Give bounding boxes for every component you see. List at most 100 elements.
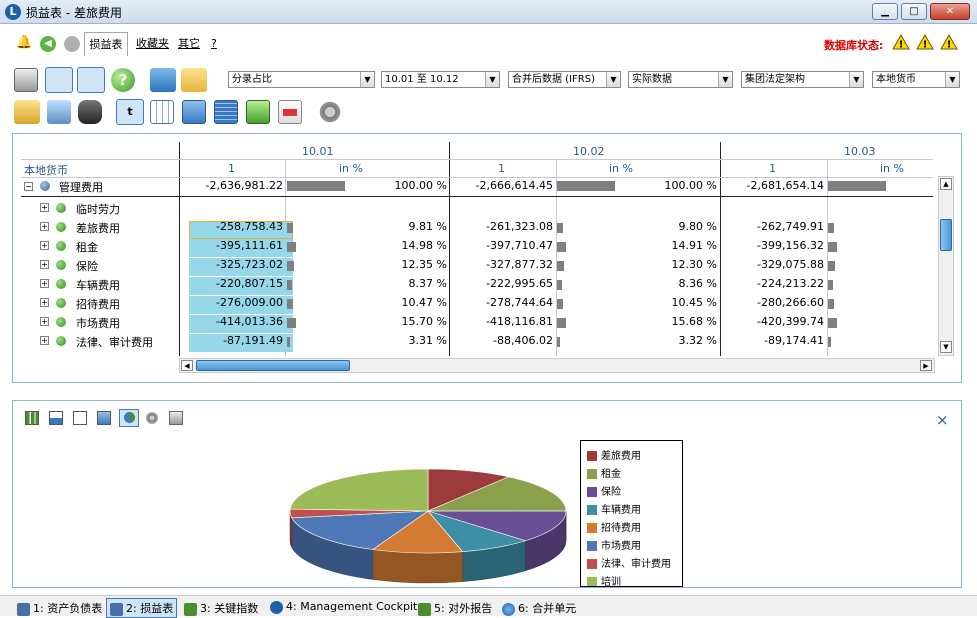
maximize-button[interactable]: □ <box>901 3 927 20</box>
cell-value: -327,877.32 <box>451 258 553 271</box>
expand-toggle-icon[interactable]: + <box>40 260 49 269</box>
balance-sheet-icon <box>17 603 30 616</box>
share-bar <box>828 242 837 252</box>
expand-toggle-icon[interactable]: + <box>40 222 49 231</box>
cell-percent: 8.37 % <box>349 277 447 290</box>
dropdown-arrow-icon[interactable]: ▼ <box>360 72 374 87</box>
cell-percent: 3.32 % <box>619 334 717 347</box>
node-status-icon <box>56 279 66 289</box>
expand-toggle-icon[interactable]: + <box>40 241 49 250</box>
statusbar-item-consolidation-unit[interactable]: 6: 合并单元 <box>502 600 576 616</box>
window-title: 损益表 - 差旅费用 <box>26 4 122 21</box>
currency-dropdown[interactable]: 本地货币 ▼ <box>872 71 960 88</box>
folder-settings-icon[interactable] <box>14 100 40 124</box>
minimize-button[interactable]: ▁ <box>872 3 898 20</box>
statusbar-item-balance-sheet[interactable]: 1: 资产负债表 <box>17 600 102 616</box>
statusbar-item-income-statement[interactable]: 2: 损益表 <box>106 598 177 618</box>
bar-chart-icon[interactable] <box>25 411 39 425</box>
expand-toggle-icon[interactable]: + <box>40 298 49 307</box>
cell-value: -329,075.88 <box>722 258 824 271</box>
table-columns-icon[interactable] <box>150 100 174 124</box>
data-source-dropdown[interactable]: 合并后数据 (IFRS)▼ <box>508 71 621 88</box>
table-grid-icon[interactable] <box>214 100 238 124</box>
folder-icon[interactable] <box>150 68 176 92</box>
expand-toggle-icon[interactable]: + <box>40 317 49 326</box>
pie-chart-icon[interactable] <box>119 409 139 427</box>
column-chart-icon[interactable] <box>49 411 63 425</box>
area-chart-icon[interactable] <box>97 411 111 425</box>
node-status-icon <box>56 336 66 346</box>
tab-favorites[interactable]: 收藏夹 <box>136 32 169 56</box>
window-red-icon[interactable] <box>278 100 302 124</box>
chart-export-icon[interactable] <box>169 411 183 425</box>
cell-value: -418,116.81 <box>451 315 553 328</box>
forward-arrow-icon[interactable] <box>64 36 80 52</box>
dropdown-arrow-icon[interactable]: ▼ <box>849 72 863 87</box>
scroll-down-arrow-icon[interactable]: ▼ <box>940 341 952 353</box>
statusbar-item-external-report[interactable]: 5: 对外报告 <box>418 600 492 616</box>
cell-percent: 100.00 % <box>349 179 447 192</box>
back-arrow-icon[interactable]: ◀ <box>40 36 56 52</box>
cell-percent: 14.98 % <box>349 239 447 252</box>
help-icon[interactable]: ? <box>111 68 135 92</box>
vertical-scroll-thumb[interactable] <box>940 219 952 251</box>
dropdown-arrow-icon[interactable]: ▼ <box>606 72 620 87</box>
dropdown-arrow-icon[interactable]: ▼ <box>485 72 499 87</box>
server-icon[interactable] <box>14 68 38 92</box>
expand-toggle-icon[interactable]: + <box>40 279 49 288</box>
column-divider <box>179 142 180 356</box>
period-dropdown[interactable]: 10.01 至 10.12▼ <box>381 71 500 88</box>
bell-icon[interactable]: 🔔 <box>16 35 32 50</box>
tab-other[interactable]: 其它 <box>178 32 200 56</box>
expand-toggle-icon[interactable]: + <box>40 203 49 212</box>
legend-label: 市场费用 <box>601 541 641 552</box>
data-type-dropdown[interactable]: 实际数据▼ <box>628 71 733 88</box>
tab-income-statement[interactable]: 损益表 <box>84 32 128 56</box>
cell-percent: 9.81 % <box>349 220 447 233</box>
dropdown-arrow-icon[interactable]: ▼ <box>718 72 732 87</box>
tab-help[interactable]: ? <box>211 32 217 56</box>
warning-icon[interactable]: ! <box>892 34 910 50</box>
layout-columns-icon[interactable] <box>45 67 73 93</box>
magnify-icon[interactable] <box>47 100 71 124</box>
cell-value: -325,723.02 <box>181 258 283 271</box>
share-bar <box>828 318 837 328</box>
close-window-button[interactable]: ✕ <box>930 3 970 20</box>
collapse-toggle-icon[interactable]: − <box>24 182 33 191</box>
view-dropdown[interactable]: 分录占比 ▼ <box>228 71 375 88</box>
database-status-label: 数据库状态: <box>824 37 883 53</box>
pie-slice[interactable] <box>290 469 428 511</box>
binoculars-icon[interactable] <box>78 100 102 124</box>
cell-value: -224,213.22 <box>722 277 824 290</box>
cube-icon[interactable] <box>246 100 270 124</box>
currency-dropdown-value: 本地货币 <box>876 74 916 85</box>
legend-label: 招待费用 <box>601 523 641 534</box>
folder-upload-icon[interactable] <box>181 68 207 92</box>
view-dropdown-value: 分录占比 <box>232 74 272 85</box>
line-chart-icon[interactable] <box>73 411 87 425</box>
scroll-right-arrow-icon[interactable]: ▶ <box>920 360 932 371</box>
close-chart-icon[interactable]: × <box>936 411 949 429</box>
cell-value: -2,681,654.14 <box>722 179 824 192</box>
cell-percent: 100.00 % <box>619 179 717 192</box>
table-blue-icon[interactable] <box>182 100 206 124</box>
horizontal-scrollbar[interactable]: ◀ ▶ <box>179 358 935 373</box>
scroll-up-arrow-icon[interactable]: ▲ <box>940 178 952 190</box>
structure-dropdown[interactable]: 集团法定架构▼ <box>741 71 864 88</box>
statusbar-item-management-cockpit[interactable]: 4: Management Cockpit <box>270 600 417 614</box>
horizontal-scroll-thumb[interactable] <box>196 360 350 371</box>
warning-icon[interactable]: ! <box>940 34 958 50</box>
vertical-scrollbar[interactable]: ▲ ▼ <box>938 176 954 356</box>
warning-icon[interactable]: ! <box>916 34 934 50</box>
cell-value: -280,266.60 <box>722 296 824 309</box>
legend-item: 差旅费用 <box>587 447 641 462</box>
row-label-parent: 管理费用 <box>59 179 103 195</box>
scroll-left-arrow-icon[interactable]: ◀ <box>181 360 193 371</box>
chart-table-icon[interactable] <box>77 67 105 93</box>
dropdown-arrow-icon[interactable]: ▼ <box>945 72 959 87</box>
chart-settings-gears-icon[interactable] <box>145 411 159 425</box>
expand-toggle-icon[interactable]: + <box>40 336 49 345</box>
gears-icon[interactable] <box>318 100 342 124</box>
statusbar-item-key-figures[interactable]: 3: 关键指数 <box>184 600 258 616</box>
table-t-icon[interactable]: t <box>116 99 144 125</box>
